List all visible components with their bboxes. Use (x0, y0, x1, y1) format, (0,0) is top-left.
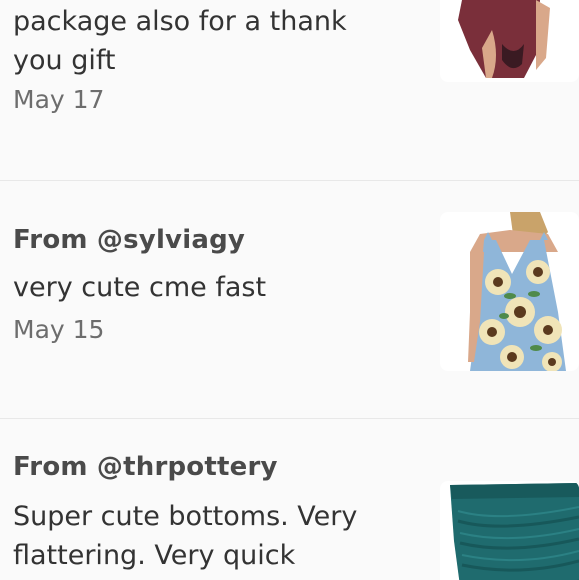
review-body-line: package also for a thank (13, 6, 347, 37)
product-thumbnail-teal-swim-bottoms-icon[interactable] (440, 481, 579, 580)
review-item[interactable]: From @sylviagy very cute cme fast May 15 (0, 181, 579, 418)
review-body-line: you gift (13, 45, 116, 76)
product-thumbnail-lingerie-icon[interactable] (440, 0, 579, 82)
review-item[interactable]: package also for a thank you gift May 17 (0, 0, 579, 180)
review-author: From @sylviagy (13, 225, 246, 255)
review-author: From @thrpottery (13, 452, 278, 482)
review-body-line: flattering. Very quick (13, 540, 296, 571)
review-body-line: very cute cme fast (13, 272, 267, 303)
reviews-feed: package also for a thank you gift May 17… (0, 0, 579, 580)
review-text: From @sylviagy very cute cme fast May 15 (13, 223, 423, 347)
review-body-line: Super cute bottoms. Very (13, 501, 358, 532)
review-text: package also for a thank you gift May 17 (13, 2, 423, 117)
review-item[interactable]: From @thrpottery Super cute bottoms. Ver… (0, 419, 579, 580)
review-date: May 17 (13, 85, 105, 114)
review-date: May 15 (13, 315, 105, 344)
review-text: From @thrpottery Super cute bottoms. Ver… (13, 450, 423, 575)
product-thumbnail-sunflower-dress-icon[interactable] (440, 212, 579, 371)
